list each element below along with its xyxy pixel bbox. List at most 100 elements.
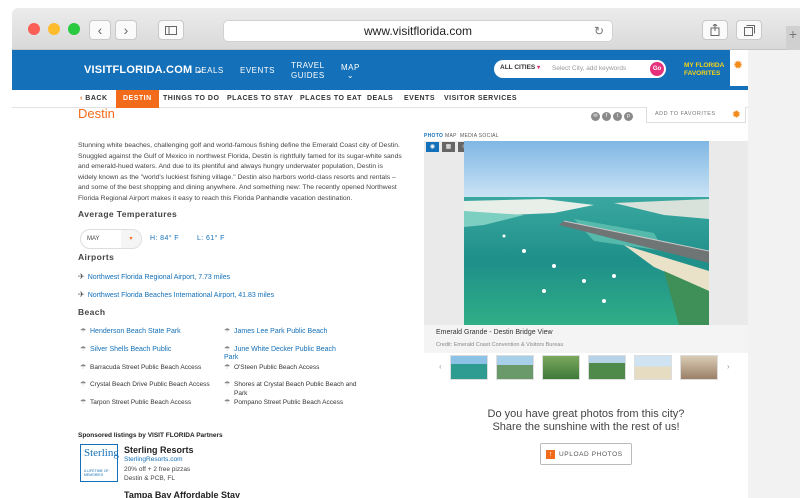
site-logo[interactable]: VISITFLORIDA.COM ⌄	[84, 64, 204, 76]
facebook-share-icon[interactable]: f	[602, 112, 611, 121]
sponsor-url[interactable]: SterlingResorts.com	[124, 456, 183, 463]
month-value: MAY	[87, 236, 100, 242]
gallery-icon[interactable]: ▦	[442, 142, 455, 152]
subnav-visitor-services[interactable]: VISITOR SERVICES	[444, 95, 517, 102]
search-input[interactable]: Select City, add keywords	[552, 65, 626, 72]
beach-link-wrap[interactable]: Park	[224, 354, 238, 361]
beach-link[interactable]: ☂ Henderson Beach State Park	[80, 327, 181, 335]
airport-link[interactable]: ✈ Northwest Florida Beaches International…	[78, 290, 274, 299]
chevron-left-icon[interactable]: ‹	[439, 362, 442, 371]
chevron-right-icon[interactable]: ›	[727, 362, 730, 371]
back-link[interactable]: ‹ BACK	[80, 95, 108, 102]
featured-photo[interactable]	[464, 141, 709, 325]
beach-item[interactable]: ☂ Pompano Street Public Beach Access	[224, 398, 343, 406]
favorites-flag[interactable]: ✹	[730, 50, 748, 86]
nav-map[interactable]: MAP ⌄	[341, 64, 360, 80]
tabs-icon	[743, 24, 755, 36]
browser-toolbar: ‹ › www.visitflorida.com ↻ +	[12, 8, 800, 50]
subnav-places-to-stay[interactable]: PLACES TO STAY	[227, 95, 293, 102]
pinterest-share-icon[interactable]: p	[624, 112, 633, 121]
camera-icon[interactable]: ◉	[426, 142, 439, 152]
photo-thumbnail[interactable]	[680, 355, 718, 380]
minimize-window-button[interactable]	[48, 23, 60, 35]
umbrella-icon: ☂	[224, 381, 231, 388]
sponsor-name[interactable]: Tampa Bay Affordable Stay	[124, 490, 240, 498]
low-temperature: L: 61° F	[197, 235, 225, 242]
umbrella-icon: ☂	[80, 364, 87, 371]
nav-events[interactable]: EVENTS	[240, 66, 275, 75]
back-button[interactable]: ‹	[89, 20, 111, 40]
caret-down-icon: ▾	[121, 230, 141, 248]
sponsor-location: Destin & PCB, FL	[124, 475, 175, 482]
chevron-left-icon: ‹	[97, 22, 103, 38]
upload-photos-button[interactable]: ↑ UPLOAD PHOTOS	[540, 443, 632, 465]
airport-link[interactable]: ✈ Northwest Florida Regional Airport, 7.7…	[78, 272, 230, 281]
subnav-destin[interactable]: DESTIN	[116, 90, 159, 108]
beach-item[interactable]: ☂ Crystal Beach Drive Public Beach Access	[80, 380, 210, 388]
search-go-button[interactable]: Go	[650, 62, 664, 76]
upload-label: UPLOAD PHOTOS	[559, 451, 623, 458]
airplane-icon: ✈	[78, 290, 85, 299]
airplane-icon: ✈	[78, 272, 85, 281]
month-select[interactable]: MAY ▾	[80, 229, 142, 249]
new-tab-button[interactable]: +	[786, 26, 800, 50]
sponsored-heading: Sponsored listings by VISIT FLORIDA Part…	[78, 432, 223, 439]
beach-link[interactable]: ☂ June White Decker Public Beach	[224, 345, 336, 353]
photo-thumbnail[interactable]	[634, 355, 672, 380]
add-to-favorites-button[interactable]: ADD TO FAVORITES ✹	[646, 107, 746, 123]
forward-button[interactable]: ›	[115, 20, 137, 40]
beach-item[interactable]: ☂ Shores at Crystal Beach Public Beach an…	[224, 380, 356, 388]
tab-media-social[interactable]: MEDIA SOCIAL	[460, 133, 499, 139]
beach-item[interactable]: ☂ Tarpon Street Public Beach Access	[80, 398, 191, 406]
upload-cta-line2: Share the sunshine with the rest of us!	[492, 421, 680, 433]
email-share-icon[interactable]: ✉	[591, 112, 600, 121]
nav-travel-guides[interactable]: TRAVEL GUIDES	[291, 61, 325, 81]
upload-cta-line1: Do you have great photos from this city?	[487, 408, 685, 420]
twitter-share-icon[interactable]: t	[613, 112, 622, 121]
subnav-places-to-eat[interactable]: PLACES TO EAT	[300, 95, 362, 102]
beach-item[interactable]: ☂ O'Steen Public Beach Access	[224, 363, 319, 371]
caption-title: Emerald Grande - Destin Bridge View	[436, 329, 553, 336]
share-icon	[710, 24, 720, 36]
photo-thumbnail[interactable]	[588, 355, 626, 380]
sterling-logo[interactable]: Sterling A LIFETIME OF MEMORIES	[80, 444, 119, 482]
photo-thumbnail[interactable]	[496, 355, 534, 380]
tab-photo[interactable]: PHOTO	[424, 133, 443, 139]
share-button[interactable]	[702, 20, 728, 40]
chevron-left-icon: ‹	[80, 95, 83, 102]
upload-icon: ↑	[546, 450, 555, 459]
zoom-window-button[interactable]	[68, 23, 80, 35]
sun-icon: ✹	[731, 109, 741, 121]
subnav-deals[interactable]: DEALS	[367, 95, 393, 102]
umbrella-icon: ☂	[224, 399, 231, 406]
beach-heading: Beach	[78, 307, 106, 317]
photo-caption: Emerald Grande - Destin Bridge View Cred…	[424, 325, 748, 353]
beach-link[interactable]: ☂ James Lee Park Public Beach	[224, 327, 327, 335]
photo-thumbnail[interactable]	[450, 355, 488, 380]
page-title: Destin	[78, 106, 115, 121]
umbrella-icon: ☂	[224, 328, 231, 335]
sub-navigation: ‹ BACK DESTIN THINGS TO DO PLACES TO STA…	[12, 90, 748, 108]
url-text: www.visitflorida.com	[363, 24, 473, 38]
nav-guides-label: GUIDES	[291, 71, 325, 80]
tabs-button[interactable]	[736, 20, 762, 40]
beach-item-wrap[interactable]: Park	[234, 390, 247, 397]
my-florida-favorites-link[interactable]: MY FLORIDA FAVORITES	[684, 62, 724, 78]
sponsor-name[interactable]: Sterling Resorts	[124, 445, 194, 455]
tab-map[interactable]: MAP	[445, 133, 457, 139]
beach-link[interactable]: ☂ Silver Shells Beach Public	[80, 345, 171, 353]
airports-heading: Airports	[78, 252, 115, 262]
subnav-events[interactable]: EVENTS	[404, 95, 435, 102]
sun-icon: ✹	[733, 58, 744, 72]
subnav-things-to-do[interactable]: THINGS TO DO	[163, 95, 219, 102]
nav-deals[interactable]: DEALS	[195, 66, 224, 75]
site-header: VISITFLORIDA.COM ⌄ DEALS EVENTS TRAVEL GU…	[12, 50, 748, 90]
caret-down-icon: ▾	[537, 65, 541, 71]
photo-thumbnail[interactable]	[542, 355, 580, 380]
beach-item[interactable]: ☂ Barracuda Street Public Beach Access	[80, 363, 201, 371]
address-bar[interactable]: www.visitflorida.com ↻	[223, 20, 613, 42]
close-window-button[interactable]	[28, 23, 40, 35]
sidebar-button[interactable]	[158, 20, 184, 40]
city-select[interactable]: ALL CITIES ▾	[500, 64, 540, 71]
reload-icon[interactable]: ↻	[594, 24, 604, 38]
